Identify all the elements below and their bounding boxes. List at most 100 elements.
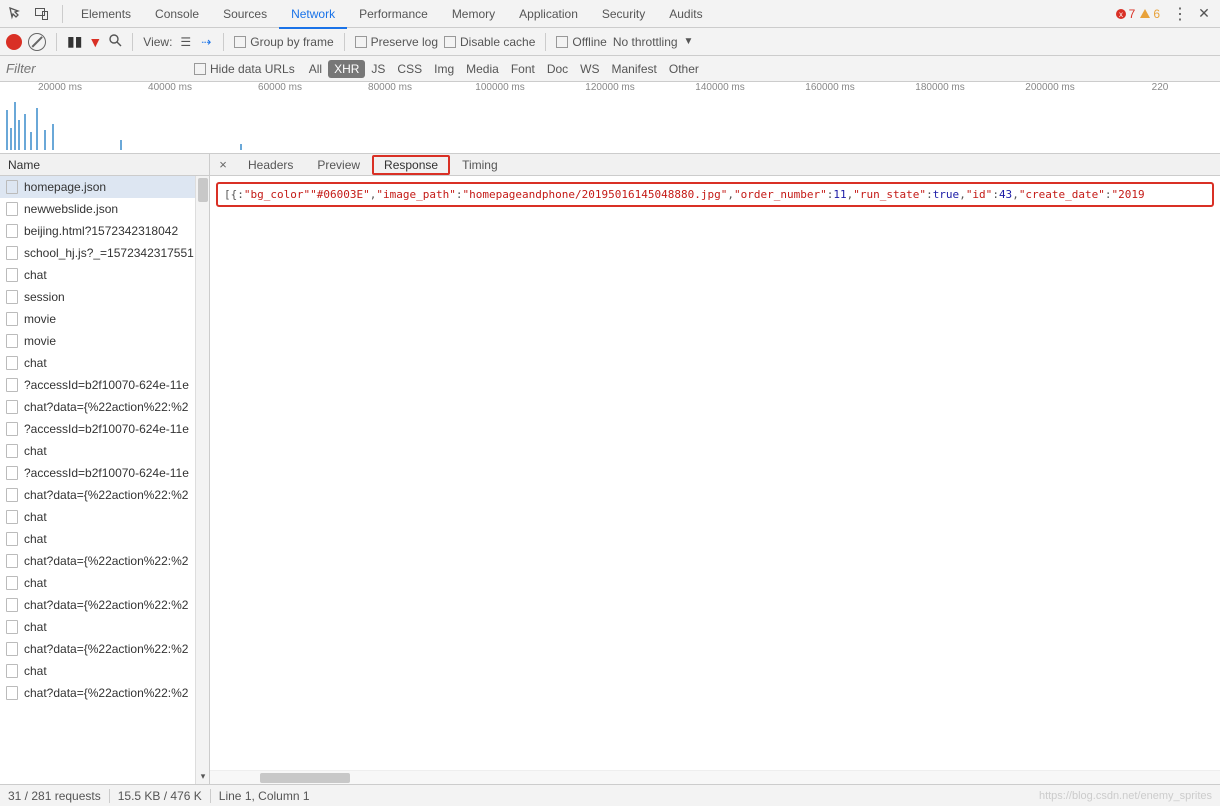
disable-cache-checkbox[interactable]: Disable cache xyxy=(444,35,535,49)
tab-network[interactable]: Network xyxy=(279,1,347,29)
inspect-icon[interactable] xyxy=(4,2,28,26)
request-name: chat?data={%22action%22:%2 xyxy=(24,642,188,656)
tab-security[interactable]: Security xyxy=(590,1,657,27)
file-icon xyxy=(6,532,18,546)
throttling-select[interactable]: No throttling▼ xyxy=(613,35,694,49)
large-rows-icon[interactable]: ☰ xyxy=(178,35,193,49)
clear-button[interactable] xyxy=(28,33,46,51)
request-detail: × HeadersPreviewResponseTiming [{:"bg_co… xyxy=(210,154,1220,784)
request-row[interactable]: chat xyxy=(0,440,209,462)
timeline-tick: 180000 ms xyxy=(915,82,964,93)
filter-chip-all[interactable]: All xyxy=(303,60,328,78)
detail-tab-timing[interactable]: Timing xyxy=(450,155,510,175)
close-detail-icon[interactable]: × xyxy=(210,157,236,172)
filter-chip-js[interactable]: JS xyxy=(365,60,391,78)
request-row[interactable]: chat xyxy=(0,660,209,682)
file-icon xyxy=(6,598,18,612)
file-icon xyxy=(6,444,18,458)
detail-tab-response[interactable]: Response xyxy=(372,155,450,175)
name-column-header[interactable]: Name xyxy=(0,154,209,176)
filter-chip-img[interactable]: Img xyxy=(428,60,460,78)
timeline-tick: 40000 ms xyxy=(148,82,192,93)
waterfall-icon[interactable]: ⇢ xyxy=(199,35,213,49)
separator xyxy=(223,33,224,51)
detail-tab-preview[interactable]: Preview xyxy=(305,155,372,175)
svg-text:x: x xyxy=(1119,10,1123,19)
separator xyxy=(56,33,57,51)
network-timeline[interactable]: 20000 ms40000 ms60000 ms80000 ms100000 m… xyxy=(0,82,1220,154)
request-row[interactable]: ?accessId=b2f10070-624e-11e xyxy=(0,374,209,396)
request-row[interactable]: school_hj.js?_=1572342317551 xyxy=(0,242,209,264)
separator xyxy=(344,33,345,51)
request-name: chat?data={%22action%22:%2 xyxy=(24,686,188,700)
filter-chip-media[interactable]: Media xyxy=(460,60,505,78)
device-toggle-icon[interactable] xyxy=(30,2,54,26)
filter-chip-other[interactable]: Other xyxy=(663,60,705,78)
request-row[interactable]: chat xyxy=(0,616,209,638)
file-icon xyxy=(6,554,18,568)
filter-chip-css[interactable]: CSS xyxy=(391,60,428,78)
offline-checkbox[interactable]: Offline xyxy=(556,35,606,49)
filter-chip-xhr[interactable]: XHR xyxy=(328,60,365,78)
record-button[interactable] xyxy=(6,34,22,50)
timeline-tick: 120000 ms xyxy=(585,82,634,93)
group-by-frame-checkbox[interactable]: Group by frame xyxy=(234,35,333,49)
file-icon xyxy=(6,422,18,436)
request-row[interactable]: homepage.json xyxy=(0,176,209,198)
request-row[interactable]: movie xyxy=(0,308,209,330)
request-row[interactable]: chat xyxy=(0,264,209,286)
request-name: chat xyxy=(24,576,47,590)
tab-elements[interactable]: Elements xyxy=(69,1,143,27)
request-name: chat?data={%22action%22:%2 xyxy=(24,400,188,414)
error-count: 7 xyxy=(1129,7,1136,21)
scrollbar-horizontal[interactable] xyxy=(210,770,1220,784)
scrollbar-vertical[interactable]: ▾ xyxy=(195,176,209,784)
detail-tab-headers[interactable]: Headers xyxy=(236,155,305,175)
tab-performance[interactable]: Performance xyxy=(347,1,440,27)
request-row[interactable]: chat?data={%22action%22:%2 xyxy=(0,396,209,418)
request-row[interactable]: newwebslide.json xyxy=(0,198,209,220)
search-icon[interactable] xyxy=(108,33,122,50)
request-row[interactable]: movie xyxy=(0,330,209,352)
tab-sources[interactable]: Sources xyxy=(211,1,279,27)
request-row[interactable]: chat xyxy=(0,572,209,594)
request-row[interactable]: chat?data={%22action%22:%2 xyxy=(0,484,209,506)
response-body[interactable]: [{:"bg_color""#06003E","image_path":"hom… xyxy=(216,182,1214,207)
filter-chip-doc[interactable]: Doc xyxy=(541,60,574,78)
request-row[interactable]: beijing.html?1572342318042 xyxy=(0,220,209,242)
file-icon xyxy=(6,246,18,260)
request-row[interactable]: chat xyxy=(0,352,209,374)
file-icon xyxy=(6,180,18,194)
file-icon xyxy=(6,488,18,502)
tab-audits[interactable]: Audits xyxy=(657,1,714,27)
tab-console[interactable]: Console xyxy=(143,1,211,27)
hide-data-urls-checkbox[interactable]: Hide data URLs xyxy=(194,62,295,76)
file-icon xyxy=(6,312,18,326)
request-row[interactable]: chat?data={%22action%22:%2 xyxy=(0,550,209,572)
filter-input[interactable] xyxy=(6,59,186,79)
request-row[interactable]: chat?data={%22action%22:%2 xyxy=(0,638,209,660)
request-row[interactable]: chat xyxy=(0,506,209,528)
request-row[interactable]: chat xyxy=(0,528,209,550)
request-row[interactable]: session xyxy=(0,286,209,308)
timeline-tick: 220 xyxy=(1152,82,1169,93)
network-main: Name homepage.jsonnewwebslide.jsonbeijin… xyxy=(0,154,1220,784)
timeline-bar xyxy=(6,110,8,150)
screenshot-icon[interactable]: ▮▮ xyxy=(67,33,82,50)
timeline-tick: 160000 ms xyxy=(805,82,854,93)
kebab-menu-icon[interactable]: ⋮ xyxy=(1168,4,1192,24)
filter-chip-manifest[interactable]: Manifest xyxy=(606,60,663,78)
tab-memory[interactable]: Memory xyxy=(440,1,507,27)
issue-counter[interactable]: x7 6 xyxy=(1107,7,1168,21)
filter-chip-ws[interactable]: WS xyxy=(574,60,605,78)
request-row[interactable]: ?accessId=b2f10070-624e-11e xyxy=(0,418,209,440)
tab-application[interactable]: Application xyxy=(507,1,590,27)
request-row[interactable]: ?accessId=b2f10070-624e-11e xyxy=(0,462,209,484)
close-devtools-icon[interactable]: ✕ xyxy=(1192,5,1216,22)
preserve-log-checkbox[interactable]: Preserve log xyxy=(355,35,438,49)
filter-chip-font[interactable]: Font xyxy=(505,60,541,78)
request-row[interactable]: chat?data={%22action%22:%2▾ xyxy=(0,682,209,704)
filter-icon[interactable]: ▼ xyxy=(88,34,102,50)
request-row[interactable]: chat?data={%22action%22:%2 xyxy=(0,594,209,616)
file-icon xyxy=(6,268,18,282)
